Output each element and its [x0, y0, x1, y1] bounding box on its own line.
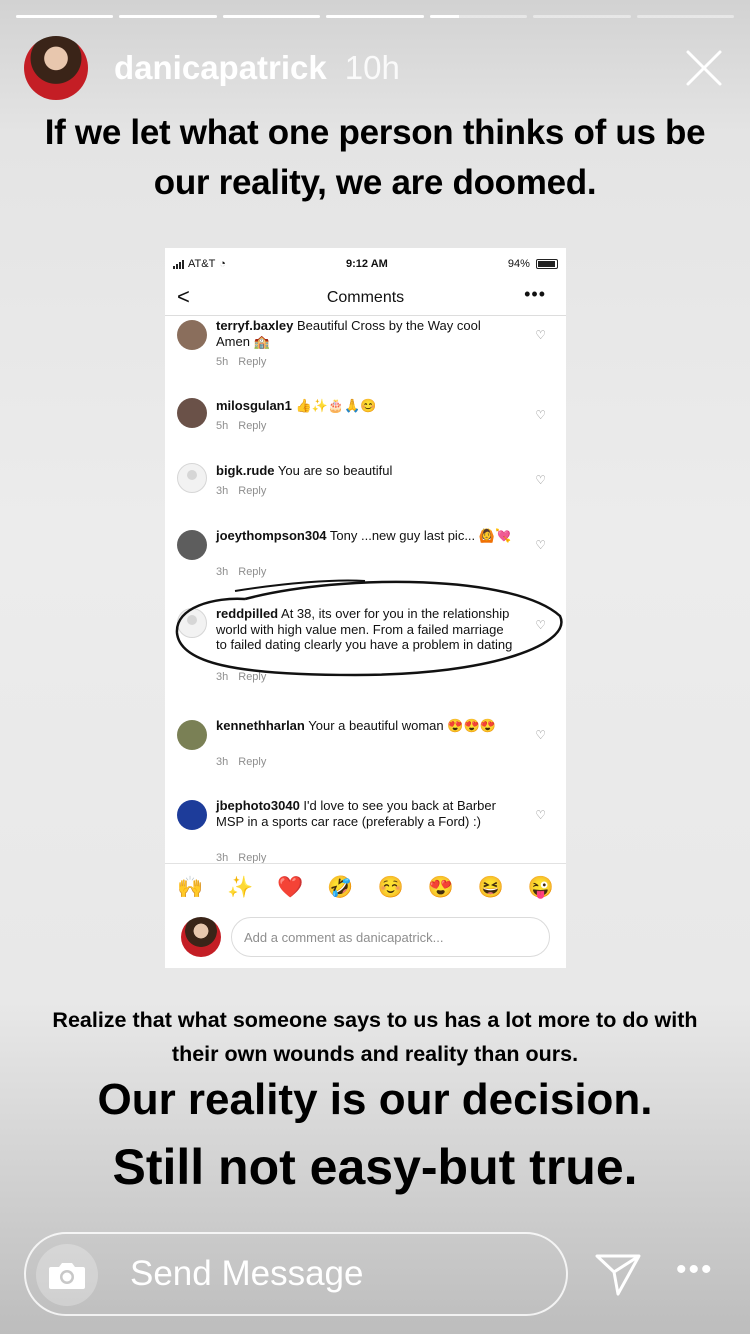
comment-time: 3h [216, 485, 229, 497]
comment-avatar [177, 720, 207, 750]
more-icon: ••• [676, 1253, 714, 1286]
comment-reply: Reply [238, 356, 267, 368]
close-icon [686, 50, 722, 86]
emoji-bar: 🙌 ✨ ❤️ 🤣 ☺️ 😍 😆 😜 [165, 863, 566, 911]
highlight-ellipse [175, 579, 563, 677]
progress-segment [636, 15, 734, 18]
emoji: ☺️ [377, 875, 404, 899]
send-icon [595, 1254, 641, 1296]
heart-icon: ♡ [535, 728, 546, 742]
comment-reply: Reply [238, 756, 267, 768]
story-progress [16, 15, 734, 18]
emoji: ❤️ [277, 875, 304, 899]
comment-username: joeythompson304 [216, 528, 327, 543]
story-header: danicapatrick 10h [24, 36, 726, 100]
avatar[interactable] [24, 36, 88, 100]
emoji: 😍 [427, 875, 454, 899]
avatar [181, 917, 221, 957]
nav-title: Comments [326, 288, 405, 306]
comment-text: Tony ...new guy last pic... 🙆💘 [329, 528, 512, 543]
more-options-button[interactable]: ••• [676, 1255, 712, 1288]
comment-text: You are so beautiful [277, 463, 393, 478]
status-bar: AT&T ◔ 9:12 AM 94% [165, 248, 566, 280]
emoji: 😆 [477, 875, 504, 899]
comment-username: milosgulan1 [216, 398, 292, 413]
comment-input: Add a comment as danicapatrick... [231, 917, 550, 957]
comment-avatar [177, 800, 207, 830]
more-icon: ••• [524, 284, 546, 304]
heart-icon: ♡ [535, 328, 546, 342]
embedded-comments-screenshot: AT&T ◔ 9:12 AM 94% < Comments ••• terryf… [165, 248, 566, 968]
heart-icon: ♡ [535, 408, 546, 422]
comment-reply: Reply [238, 420, 267, 432]
comment-time: 5h [216, 420, 229, 432]
progress-segment [533, 15, 631, 18]
progress-segment [222, 15, 321, 18]
battery-percent: 94% [507, 258, 530, 270]
heart-icon: ♡ [535, 538, 546, 552]
comment-avatar [177, 398, 207, 428]
carrier: AT&T [188, 258, 216, 270]
heart-icon: ♡ [535, 808, 546, 822]
send-message-input[interactable]: Send Message [130, 1254, 363, 1294]
comment-username: jbephoto3040 [216, 798, 300, 813]
comments-nav: < Comments ••• [165, 280, 566, 316]
emphasis-line-2: Still not easy-but true. [112, 1139, 638, 1195]
battery-icon [535, 259, 558, 270]
caption-text: Realize that what someone says to us has… [52, 1008, 698, 1066]
comment-avatar [177, 530, 207, 560]
username[interactable]: danicapatrick [114, 49, 327, 87]
status-time: 9:12 AM [346, 258, 388, 270]
comment-avatar [177, 320, 207, 350]
emoji: 🤣 [327, 875, 354, 899]
heart-icon: ♡ [535, 473, 546, 487]
comment-time: 5h [216, 356, 229, 368]
post-time: 10h [344, 49, 400, 86]
comment-username: terryf.baxley [216, 318, 294, 333]
wifi-icon: ◔ [219, 258, 226, 270]
progress-segment [16, 15, 114, 18]
emoji: ✨ [227, 875, 254, 899]
back-icon: < [177, 284, 190, 309]
close-button[interactable] [682, 46, 726, 90]
add-comment-row: Add a comment as danicapatrick... [165, 913, 566, 961]
comment-list: terryf.baxley Beautiful Cross by the Way… [165, 316, 566, 864]
emoji: 😜 [527, 875, 555, 899]
camera-button[interactable] [36, 1244, 98, 1306]
camera-icon [49, 1263, 85, 1289]
comment-username: kennethharlan [216, 718, 305, 733]
share-button[interactable] [594, 1250, 642, 1298]
progress-segment [429, 15, 528, 18]
progress-segment [119, 15, 217, 18]
comment-reply: Reply [238, 485, 267, 497]
story-headline: If we let what one person thinks of us b… [44, 113, 706, 202]
progress-segment [326, 15, 424, 18]
send-message-bar[interactable]: Send Message [24, 1232, 568, 1316]
emphasis-line-1: Our reality is our decision. [97, 1075, 653, 1124]
comment-avatar [177, 463, 207, 493]
emoji: 🙌 [176, 875, 204, 899]
comment-time: 3h [216, 756, 229, 768]
signal-icon [173, 259, 184, 269]
comment-text: Your a beautiful woman 😍😍😍 [308, 718, 496, 733]
comment-text: 👍✨🎂🙏😊 [295, 398, 377, 413]
comment-username: bigk.rude [216, 463, 275, 478]
